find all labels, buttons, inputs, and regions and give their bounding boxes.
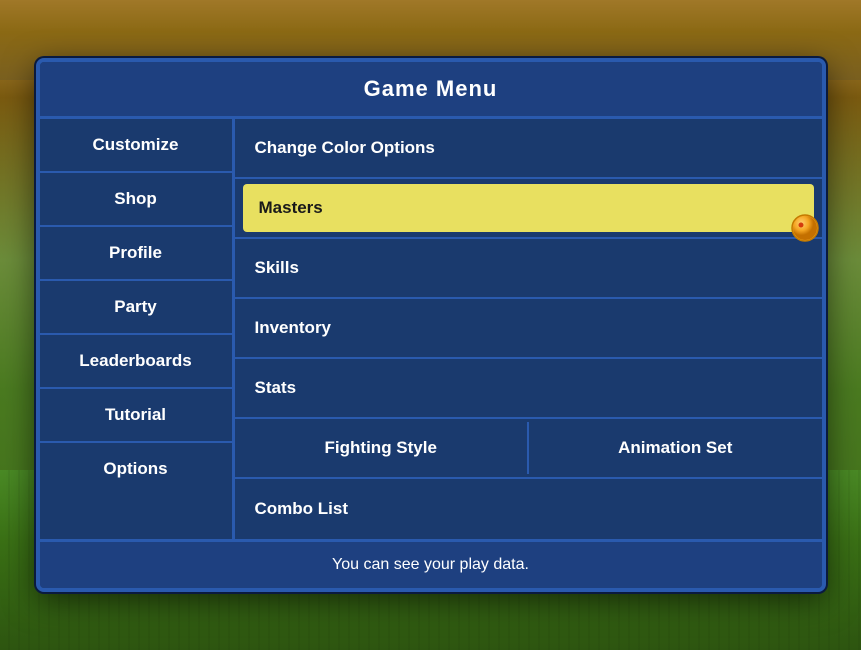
content-item-inventory[interactable]: Inventory bbox=[235, 302, 822, 354]
content-row-7: Combo List bbox=[235, 479, 822, 539]
nav-item-tutorial[interactable]: Tutorial bbox=[40, 389, 232, 443]
nav-item-profile[interactable]: Profile bbox=[40, 227, 232, 281]
content-item-fighting-style[interactable]: Fighting Style bbox=[235, 422, 528, 474]
nav-item-shop[interactable]: Shop bbox=[40, 173, 232, 227]
content-row-2: Masters bbox=[235, 179, 822, 239]
nav-item-customize[interactable]: Customize bbox=[40, 119, 232, 173]
content-row-6: Fighting Style Animation Set bbox=[235, 419, 822, 479]
nav-item-party[interactable]: Party bbox=[40, 281, 232, 335]
content-row-5: Stats bbox=[235, 359, 822, 419]
content-row-3: Skills bbox=[235, 239, 822, 299]
nav-item-options[interactable]: Options bbox=[40, 443, 232, 495]
content-row-1: Change Color Options bbox=[235, 119, 822, 179]
content-item-skills[interactable]: Skills bbox=[235, 242, 822, 294]
menu-title: Game Menu bbox=[40, 62, 822, 119]
content-item-combo-list[interactable]: Combo List bbox=[235, 483, 822, 535]
nav-item-leaderboards[interactable]: Leaderboards bbox=[40, 335, 232, 389]
content-item-animation-set[interactable]: Animation Set bbox=[527, 422, 822, 474]
menu-body: Customize Shop Profile Party Leaderboard… bbox=[40, 119, 822, 539]
content-item-masters[interactable]: Masters bbox=[243, 184, 814, 232]
left-nav: Customize Shop Profile Party Leaderboard… bbox=[40, 119, 235, 539]
menu-footer: You can see your play data. bbox=[40, 539, 822, 588]
dragonball-icon bbox=[791, 214, 819, 242]
content-item-stats[interactable]: Stats bbox=[235, 362, 822, 414]
game-menu: Game Menu Customize Shop Profile Party L… bbox=[36, 58, 826, 592]
content-item-change-color[interactable]: Change Color Options bbox=[235, 122, 822, 174]
content-row-4: Inventory bbox=[235, 299, 822, 359]
right-content: Change Color Options Masters bbox=[235, 119, 822, 539]
